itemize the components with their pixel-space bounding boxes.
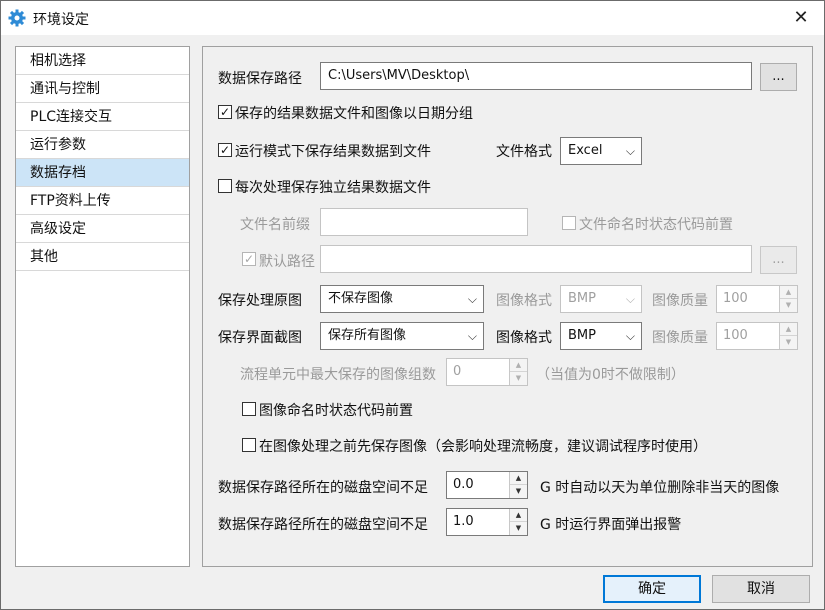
triangle-up-icon[interactable]: ▲ — [510, 509, 527, 522]
group-by-date-label: 保存的结果数据文件和图像以日期分组 — [235, 106, 473, 122]
browse-button[interactable]: ... — [760, 63, 797, 91]
file-format-value: Excel — [568, 143, 603, 158]
sidebar-item-plc[interactable]: PLC连接交互 — [16, 103, 189, 131]
raw-quality-label: 图像质量 — [652, 293, 708, 309]
screen-quality-stepper[interactable]: 100 ▲ ▼ — [716, 322, 798, 350]
disk-low-alarm-stepper[interactable]: 1.0 ▲ ▼ — [446, 508, 528, 536]
default-path-label: 默认路径 — [259, 254, 315, 270]
triangle-down-icon[interactable]: ▼ — [780, 336, 797, 349]
raw-format-value: BMP — [568, 291, 596, 306]
sidebar: 相机选择 通讯与控制 PLC连接交互 运行参数 数据存档 FTP资料上传 高级设… — [15, 46, 190, 567]
status-code-prefix-checkbox[interactable] — [562, 216, 576, 230]
group-by-date-checkbox[interactable]: ✓ — [218, 105, 232, 119]
disk-low-delete-label: 数据保存路径所在的磁盘空间不足 — [218, 480, 428, 496]
sidebar-item-run-params[interactable]: 运行参数 — [16, 131, 189, 159]
save-screen-label: 保存界面截图 — [218, 330, 302, 346]
status-code-prefix-label: 文件命名时状态代码前置 — [579, 217, 733, 233]
disk-low-alarm-label: 数据保存路径所在的磁盘空间不足 — [218, 517, 428, 533]
max-groups-label: 流程单元中最大保存的图像组数 — [240, 367, 436, 383]
close-button[interactable]: ✕ — [778, 1, 824, 35]
raw-format-select[interactable]: BMP ⌵ — [560, 285, 642, 313]
triangle-up-icon[interactable]: ▲ — [510, 359, 527, 372]
triangle-down-icon[interactable]: ▼ — [510, 522, 527, 535]
save-path-label: 数据保存路径 — [218, 71, 302, 87]
save-path-input[interactable]: C:\Users\MV\Desktop\ — [320, 62, 752, 90]
save-screen-select[interactable]: 保存所有图像 ⌵ — [320, 322, 484, 350]
checkmark-icon: ✓ — [219, 105, 231, 119]
file-format-select[interactable]: Excel ⌵ — [560, 137, 642, 165]
file-format-label: 文件格式 — [496, 144, 552, 160]
sidebar-item-communication[interactable]: 通讯与控制 — [16, 75, 189, 103]
default-path-checkbox[interactable]: ✓ — [242, 252, 256, 266]
gear-icon — [8, 9, 26, 27]
independent-file-checkbox[interactable] — [218, 179, 232, 193]
screen-format-label: 图像格式 — [496, 330, 552, 346]
screen-quality-label: 图像质量 — [652, 330, 708, 346]
spin-buttons: ▲ ▼ — [509, 472, 527, 498]
default-path-input[interactable] — [320, 245, 752, 273]
spin-buttons: ▲ ▼ — [509, 359, 527, 385]
disk-low-delete-suffix: G 时自动以天为单位删除非当天的图像 — [540, 480, 780, 496]
save-before-process-checkbox[interactable] — [242, 438, 256, 452]
screen-format-select[interactable]: BMP ⌵ — [560, 322, 642, 350]
disk-low-delete-stepper[interactable]: 0.0 ▲ ▼ — [446, 471, 528, 499]
chevron-down-icon: ⌵ — [467, 329, 477, 343]
sidebar-item-camera[interactable]: 相机选择 — [16, 47, 189, 75]
save-raw-value: 不保存图像 — [328, 291, 394, 306]
triangle-down-icon[interactable]: ▼ — [510, 485, 527, 498]
file-prefix-input[interactable] — [320, 208, 528, 236]
ok-button[interactable]: 确定 — [603, 575, 701, 603]
triangle-down-icon[interactable]: ▼ — [780, 299, 797, 312]
file-prefix-label: 文件名前缀 — [240, 217, 310, 233]
screen-quality-value: 100 — [723, 328, 748, 343]
disk-low-delete-value: 0.0 — [453, 477, 474, 492]
chevron-down-icon: ⌵ — [467, 292, 477, 306]
title-bar: 环境设定 ✕ — [1, 1, 824, 35]
settings-dialog: 环境设定 ✕ 相机选择 通讯与控制 PLC连接交互 运行参数 数据存档 FTP资… — [0, 0, 825, 610]
max-groups-hint: （当值为0时不做限制） — [536, 367, 685, 383]
save-before-process-label: 在图像处理之前先保存图像（会影响处理流畅度，建议调试程序时使用） — [259, 439, 707, 455]
sidebar-item-advanced[interactable]: 高级设定 — [16, 215, 189, 243]
save-raw-select[interactable]: 不保存图像 ⌵ — [320, 285, 484, 313]
raw-quality-stepper[interactable]: 100 ▲ ▼ — [716, 285, 798, 313]
max-groups-value: 0 — [453, 364, 462, 379]
sidebar-item-data-archive[interactable]: 数据存档 — [16, 159, 189, 187]
triangle-up-icon[interactable]: ▲ — [780, 323, 797, 336]
raw-quality-value: 100 — [723, 291, 748, 306]
sidebar-item-ftp[interactable]: FTP资料上传 — [16, 187, 189, 215]
disk-low-alarm-suffix: G 时运行界面弹出报警 — [540, 517, 682, 533]
spin-buttons: ▲ ▼ — [779, 323, 797, 349]
default-browse-button[interactable]: ... — [760, 246, 797, 274]
spin-buttons: ▲ ▼ — [509, 509, 527, 535]
close-icon: ✕ — [793, 7, 809, 28]
checkmark-icon: ✓ — [243, 252, 255, 266]
save-in-run-checkbox[interactable]: ✓ — [218, 143, 232, 157]
triangle-up-icon[interactable]: ▲ — [510, 472, 527, 485]
spin-buttons: ▲ ▼ — [779, 286, 797, 312]
save-raw-label: 保存处理原图 — [218, 293, 302, 309]
independent-file-label: 每次处理保存独立结果数据文件 — [235, 180, 431, 196]
image-status-prefix-checkbox[interactable] — [242, 402, 256, 416]
image-status-prefix-label: 图像命名时状态代码前置 — [259, 403, 413, 419]
raw-format-label: 图像格式 — [496, 293, 552, 309]
disk-low-alarm-value: 1.0 — [453, 514, 474, 529]
chevron-down-icon: ⌵ — [625, 292, 635, 306]
cancel-button[interactable]: 取消 — [712, 575, 810, 603]
chevron-down-icon: ⌵ — [625, 144, 635, 158]
checkmark-icon: ✓ — [219, 143, 231, 157]
save-in-run-label: 运行模式下保存结果数据到文件 — [235, 144, 431, 160]
screen-format-value: BMP — [568, 328, 596, 343]
triangle-up-icon[interactable]: ▲ — [780, 286, 797, 299]
triangle-down-icon[interactable]: ▼ — [510, 372, 527, 385]
max-groups-stepper[interactable]: 0 ▲ ▼ — [446, 358, 528, 386]
sidebar-item-other[interactable]: 其他 — [16, 243, 189, 271]
chevron-down-icon: ⌵ — [625, 329, 635, 343]
save-screen-value: 保存所有图像 — [328, 328, 407, 343]
window-title: 环境设定 — [33, 12, 89, 28]
